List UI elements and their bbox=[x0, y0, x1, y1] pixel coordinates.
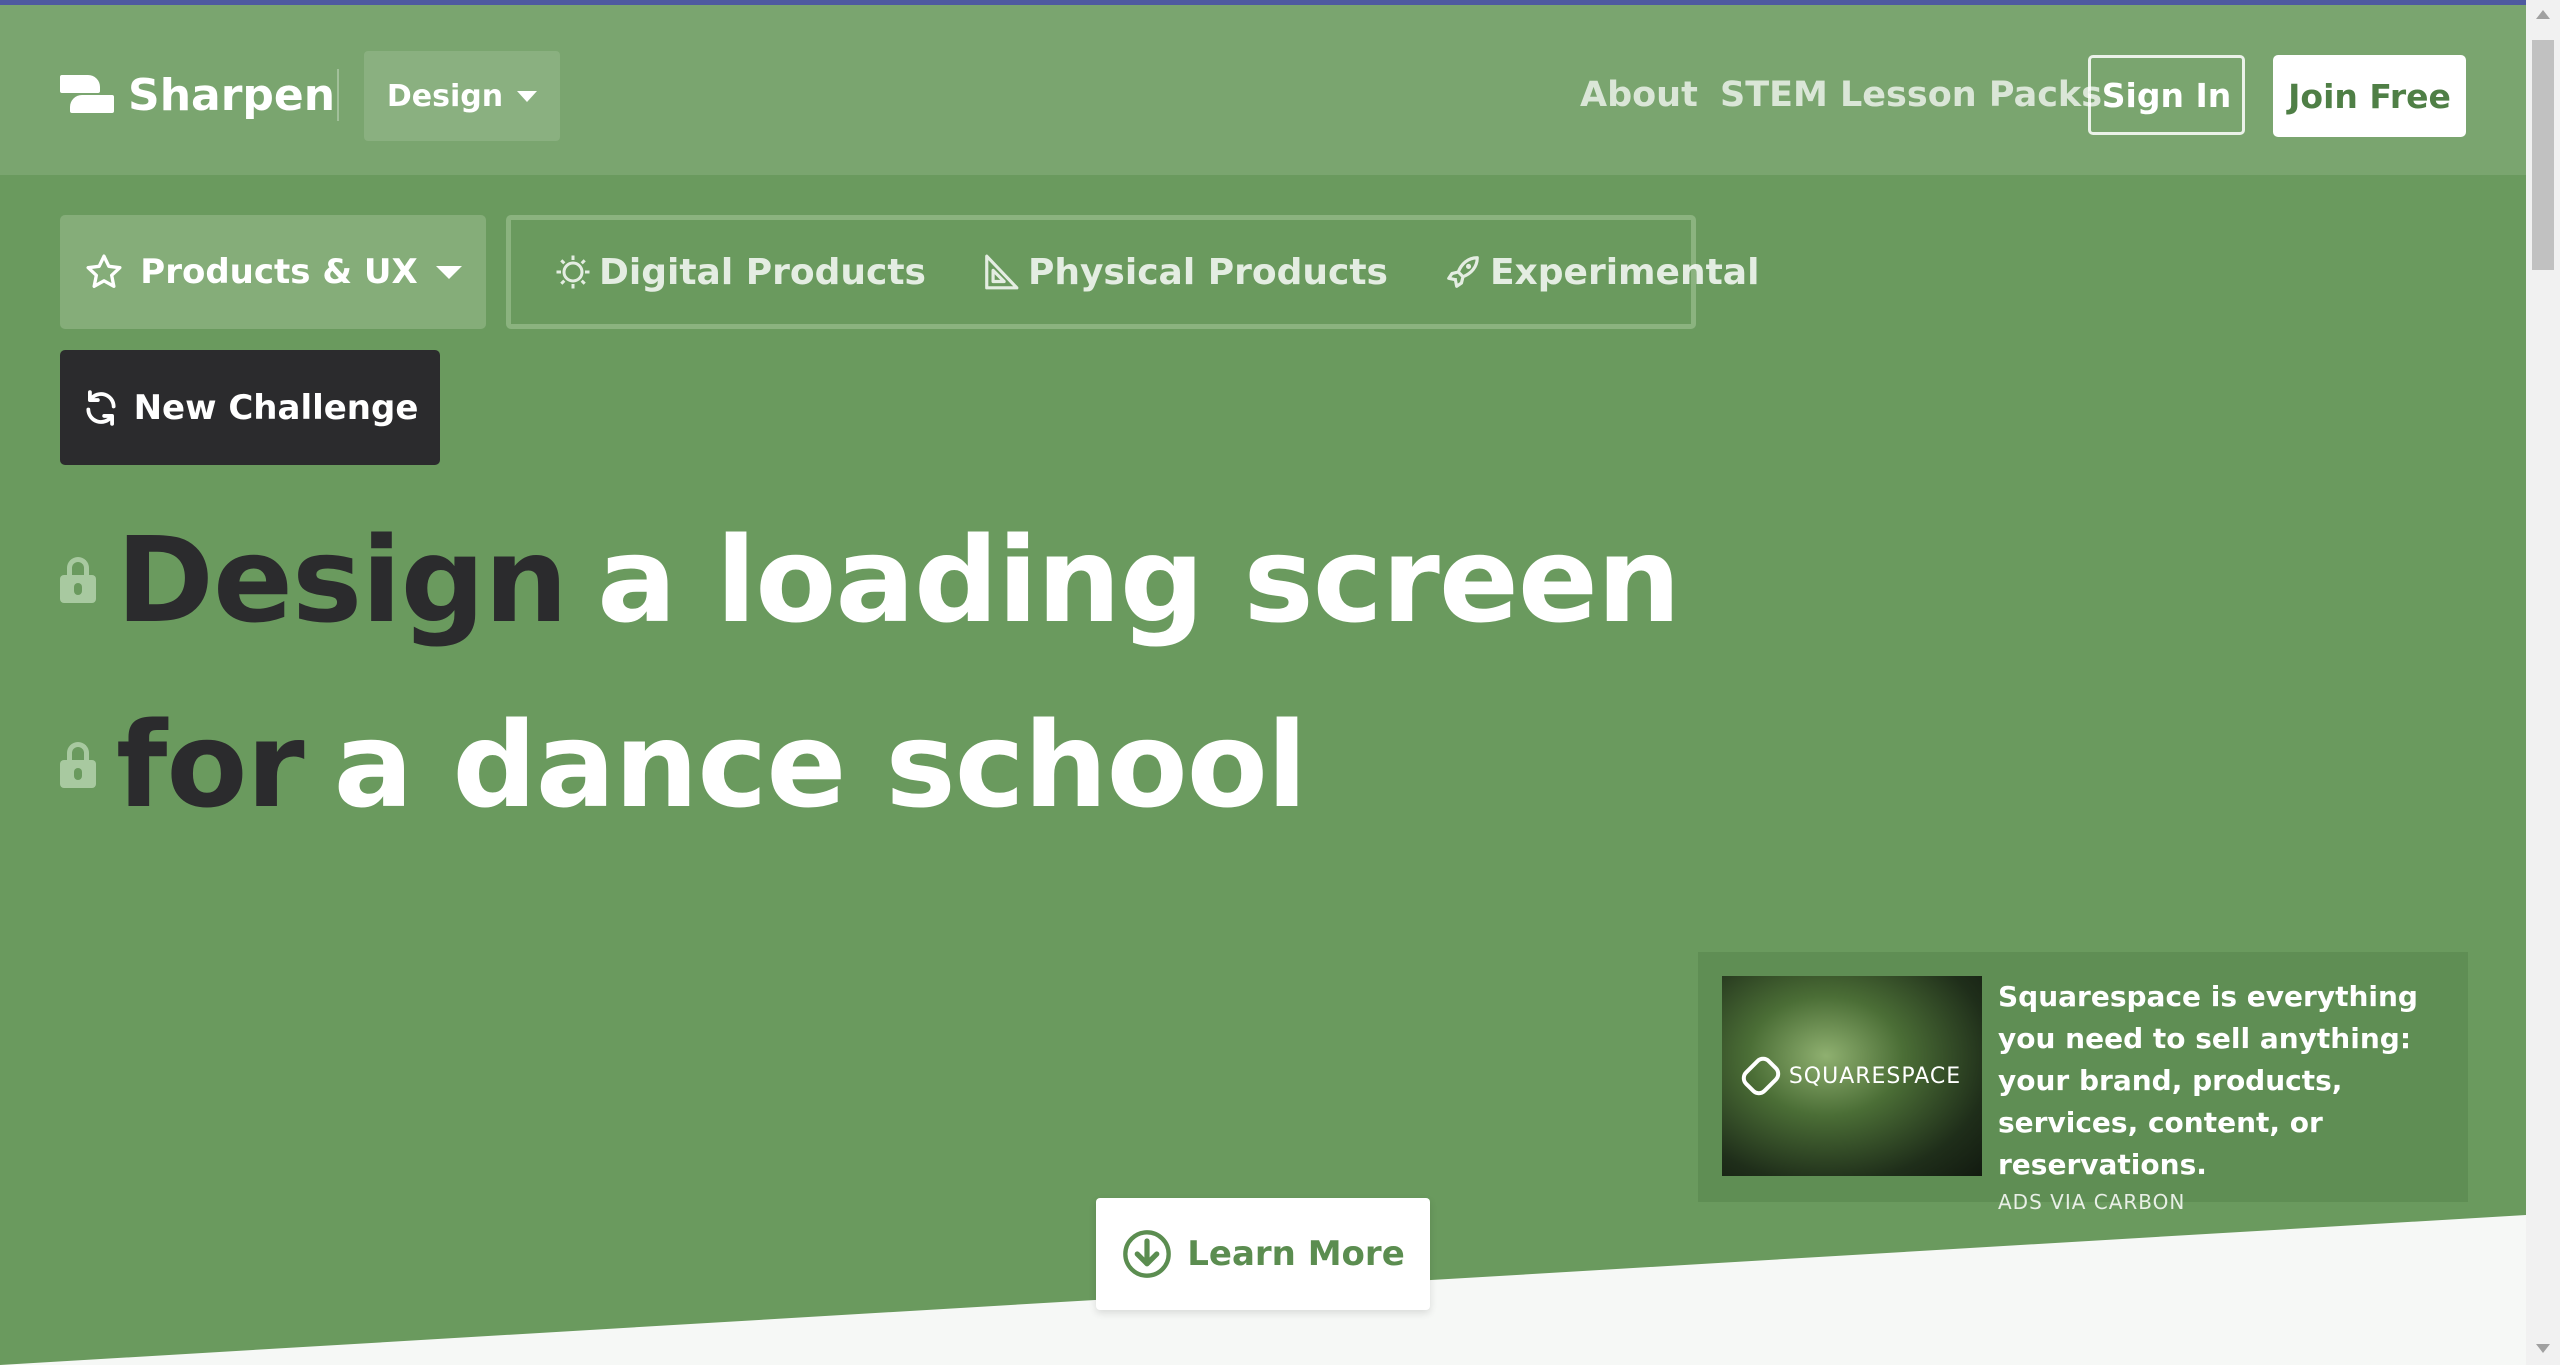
caret-down-icon bbox=[435, 265, 462, 279]
learn-more-button[interactable]: Learn More bbox=[1096, 1198, 1430, 1310]
headline-line-1: Design a loading screen bbox=[60, 511, 1681, 649]
tab-physical-products-label: Physical Products bbox=[1027, 251, 1388, 293]
tab-digital-products-label: Digital Products bbox=[599, 251, 926, 293]
caret-down-icon bbox=[517, 90, 538, 102]
scrollbar-thumb[interactable] bbox=[2532, 40, 2554, 270]
nav-about[interactable]: About bbox=[1580, 67, 1698, 123]
headline-subject: a loading screen bbox=[597, 511, 1681, 649]
tab-experimental[interactable]: Experimental bbox=[1444, 251, 1760, 293]
sign-in-button[interactable]: Sign In bbox=[2088, 55, 2245, 135]
ad-copy[interactable]: Squarespace is everything you need to se… bbox=[1998, 976, 2458, 1186]
vertical-scrollbar[interactable] bbox=[2526, 0, 2560, 1365]
products-ux-dropdown[interactable]: Products & UX bbox=[60, 215, 486, 329]
ad-image[interactable]: SQUARESPACE bbox=[1722, 976, 1982, 1176]
brand-logo[interactable]: Sharpen bbox=[60, 65, 335, 125]
brand-name: Sharpen bbox=[128, 69, 336, 121]
nav-stem-lesson-packs[interactable]: STEM Lesson Packs bbox=[1720, 67, 2102, 123]
headline-audience: a dance school bbox=[333, 696, 1308, 834]
ad-image-brand: SQUARESPACE bbox=[1788, 1063, 1962, 1089]
headline-connector: for bbox=[116, 696, 305, 834]
ad-text: Squarespace is everything you need to se… bbox=[1998, 976, 2458, 1214]
set-square-icon bbox=[985, 254, 1019, 290]
subcategory-tabs: Digital Products Physical Products Exper… bbox=[506, 215, 1759, 329]
tab-physical-products[interactable]: Physical Products bbox=[982, 252, 1388, 293]
new-challenge-button[interactable]: New Challenge bbox=[60, 350, 440, 465]
category-dropdown-label: Design bbox=[386, 78, 504, 114]
ads-via-carbon-link[interactable]: ADS VIA CARBON bbox=[1998, 1190, 2458, 1214]
headline-line-2: for a dance school bbox=[60, 696, 1307, 834]
unlock-icon[interactable] bbox=[60, 557, 96, 603]
carbon-ad[interactable]: SQUARESPACE Squarespace is everything yo… bbox=[1698, 952, 2468, 1214]
arrow-down-circle-icon bbox=[1123, 1230, 1172, 1278]
rocket-icon bbox=[1447, 256, 1479, 288]
lightbulb-icon bbox=[556, 255, 590, 289]
tab-experimental-label: Experimental bbox=[1489, 251, 1760, 293]
headline-verb: Design bbox=[116, 511, 568, 649]
learn-more-label: Learn More bbox=[1187, 1234, 1405, 1274]
refresh-icon bbox=[86, 389, 116, 426]
unlock-icon[interactable] bbox=[60, 742, 96, 788]
star-icon bbox=[86, 254, 122, 288]
header-divider bbox=[337, 69, 339, 121]
squarespace-logo-icon bbox=[1737, 1052, 1785, 1100]
join-free-button[interactable]: Join Free bbox=[2273, 55, 2466, 137]
new-challenge-label: New Challenge bbox=[133, 387, 419, 428]
scroll-up-arrow-icon[interactable] bbox=[2536, 10, 2550, 19]
sharpen-logo-icon bbox=[60, 75, 114, 115]
tab-digital-products[interactable]: Digital Products bbox=[555, 252, 926, 293]
site-header: Sharpen Design About STEM Lesson Packs S… bbox=[0, 5, 2526, 175]
category-dropdown[interactable]: Design bbox=[364, 51, 560, 141]
products-ux-label: Products & UX bbox=[140, 252, 418, 292]
scroll-down-arrow-icon[interactable] bbox=[2536, 1344, 2550, 1353]
